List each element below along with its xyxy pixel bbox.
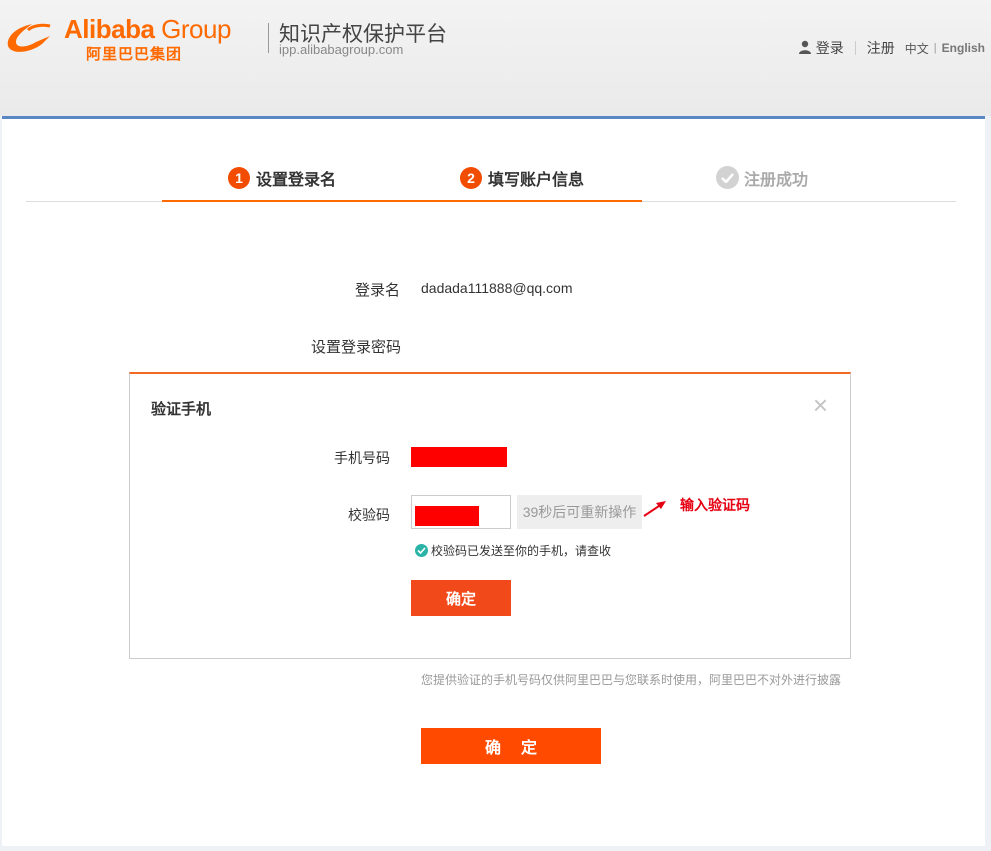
code-label: 校验码 xyxy=(348,507,390,523)
verify-phone-dialog: 验证手机 × 手机号码 校验码 39秒后可重新操作 校验码已发送至你的手机，请查… xyxy=(129,372,851,659)
logo-divider xyxy=(268,23,269,53)
registration-steps: 1 设置登录名 2 填写账户信息 注册成功 xyxy=(26,155,956,202)
resend-code-button[interactable]: 39秒后可重新操作 xyxy=(517,495,642,529)
lang-separator: | xyxy=(933,42,937,54)
code-sent-text: 校验码已发送至你的手机，请查收 xyxy=(431,544,612,558)
register-link[interactable]: 注册 xyxy=(867,38,895,58)
logo-group-text: Group xyxy=(161,14,231,44)
privacy-note: 您提供验证的手机号码仅供阿里巴巴与您联系时使用，阿里巴巴不对外进行披露 xyxy=(421,673,842,687)
annotation-text: 输入验证码 xyxy=(680,497,750,513)
site-url: ipp.alibabagroup.com xyxy=(279,42,404,57)
step-label: 填写账户信息 xyxy=(487,171,584,189)
annotation-arrow-icon xyxy=(643,501,666,517)
code-redaction xyxy=(415,506,479,526)
check-circle-icon xyxy=(715,166,739,189)
step-register-success: 注册成功 xyxy=(642,155,882,200)
alibaba-smile-icon xyxy=(7,23,51,52)
dialog-title: 验证手机 xyxy=(151,401,212,418)
link-divider xyxy=(854,41,856,55)
step-fill-account-info: 2 填写账户信息 xyxy=(402,155,642,202)
login-name-value: dadada111888@qq.com xyxy=(421,280,573,296)
step-number-badge: 2 xyxy=(459,166,482,189)
step-number-badge: 1 xyxy=(227,166,250,189)
alibaba-group-logo[interactable]: Alibaba Group 阿里巴巴集团 xyxy=(0,10,265,63)
close-icon[interactable]: × xyxy=(813,392,828,418)
logo-alibaba-text: Alibaba xyxy=(64,14,155,44)
lang-chinese-link[interactable]: 中文 xyxy=(905,40,929,57)
submit-button[interactable]: 确定 xyxy=(421,728,601,764)
login-link[interactable]: 登录 xyxy=(816,38,844,58)
login-name-label: 登录名 xyxy=(355,282,401,299)
step-label: 设置登录名 xyxy=(255,171,336,189)
step-set-login-name: 1 设置登录名 xyxy=(162,155,402,202)
dialog-confirm-button[interactable]: 确定 xyxy=(411,580,511,616)
phone-label: 手机号码 xyxy=(334,450,390,466)
check-circle-icon xyxy=(415,544,428,557)
top-header: Alibaba Group 阿里巴巴集团 知识产权保护平台 ipp.alibab… xyxy=(0,0,991,116)
set-password-label: 设置登录密码 xyxy=(311,339,402,356)
main-content: 1 设置登录名 2 填写账户信息 注册成功 登录名 dadada111888@q… xyxy=(2,116,985,846)
user-icon xyxy=(798,40,812,57)
phone-redaction xyxy=(411,447,507,467)
code-sent-message: 校验码已发送至你的手机，请查收 xyxy=(415,542,611,559)
lang-english-link[interactable]: English xyxy=(942,41,985,55)
logo-chinese-text: 阿里巴巴集团 xyxy=(86,46,183,63)
top-links: 登录 注册 中文 | English xyxy=(798,38,985,58)
step-label: 注册成功 xyxy=(743,171,808,189)
